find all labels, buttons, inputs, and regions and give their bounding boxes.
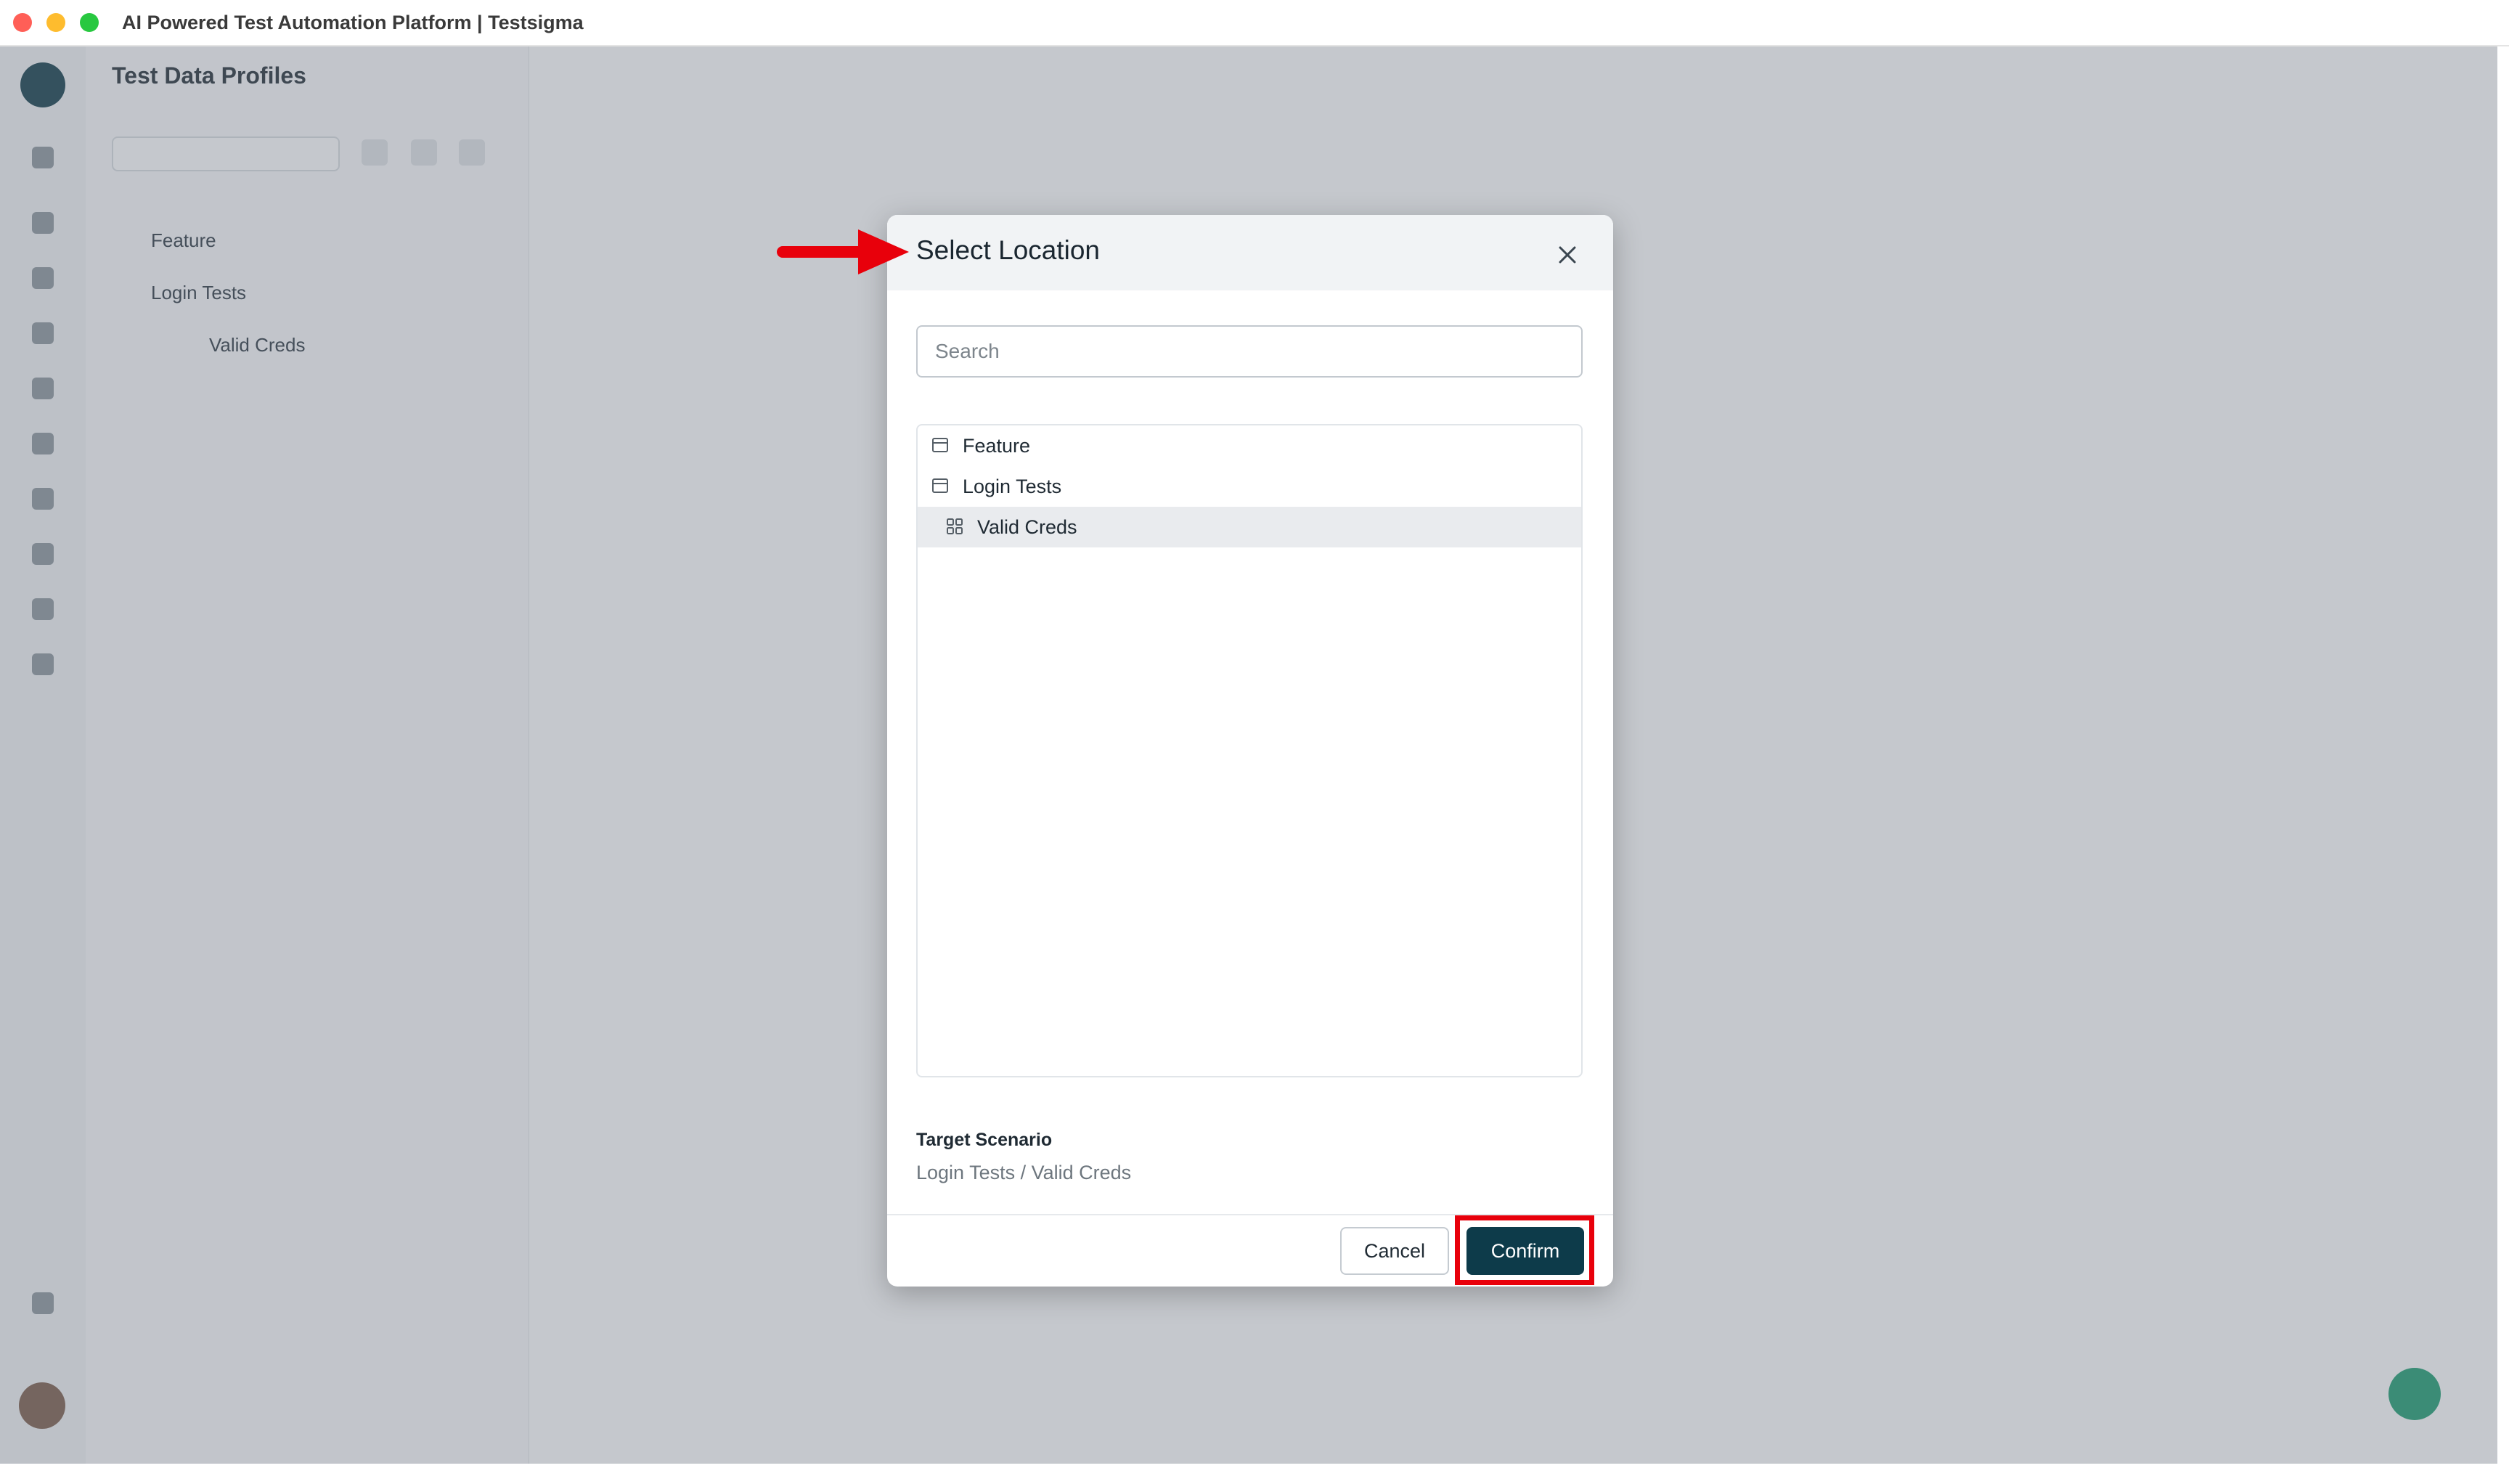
folder-icon bbox=[931, 476, 950, 495]
maximize-window-button[interactable] bbox=[80, 13, 99, 32]
dialog-header: Select Location bbox=[887, 215, 1613, 290]
tree-item-label: Feature bbox=[963, 435, 1031, 457]
window-titlebar: AI Powered Test Automation Platform | Te… bbox=[0, 0, 2509, 46]
tree-item-label: Login Tests bbox=[963, 476, 1062, 497]
tree-item-label: Valid Creds bbox=[977, 516, 1077, 538]
location-search-input[interactable] bbox=[916, 325, 1583, 378]
grid-icon bbox=[945, 517, 964, 536]
close-dialog-button[interactable] bbox=[1557, 244, 1578, 266]
tree-item-valid-creds[interactable]: Valid Creds bbox=[918, 507, 1581, 547]
location-tree: Feature Login Tests Valid Creds bbox=[916, 424, 1583, 1077]
window-title: AI Powered Test Automation Platform | Te… bbox=[122, 12, 584, 33]
close-icon bbox=[1559, 246, 1576, 264]
minimize-window-button[interactable] bbox=[46, 13, 65, 32]
red-arrow-icon bbox=[777, 229, 909, 274]
tree-item-feature[interactable]: Feature bbox=[918, 425, 1581, 466]
confirm-button[interactable]: Confirm bbox=[1466, 1227, 1584, 1275]
target-scenario-value: Login Tests / Valid Creds bbox=[916, 1162, 1132, 1183]
tree-item-login-tests[interactable]: Login Tests bbox=[918, 466, 1581, 507]
dialog-title: Select Location bbox=[916, 235, 1101, 265]
folder-icon bbox=[931, 436, 950, 454]
target-scenario-label: Target Scenario bbox=[916, 1130, 1053, 1150]
dialog-footer: Cancel Confirm bbox=[887, 1214, 1613, 1287]
cancel-button[interactable]: Cancel bbox=[1340, 1227, 1449, 1275]
select-location-dialog: Select Location Feature bbox=[887, 215, 1613, 1287]
close-window-button[interactable] bbox=[13, 13, 32, 32]
